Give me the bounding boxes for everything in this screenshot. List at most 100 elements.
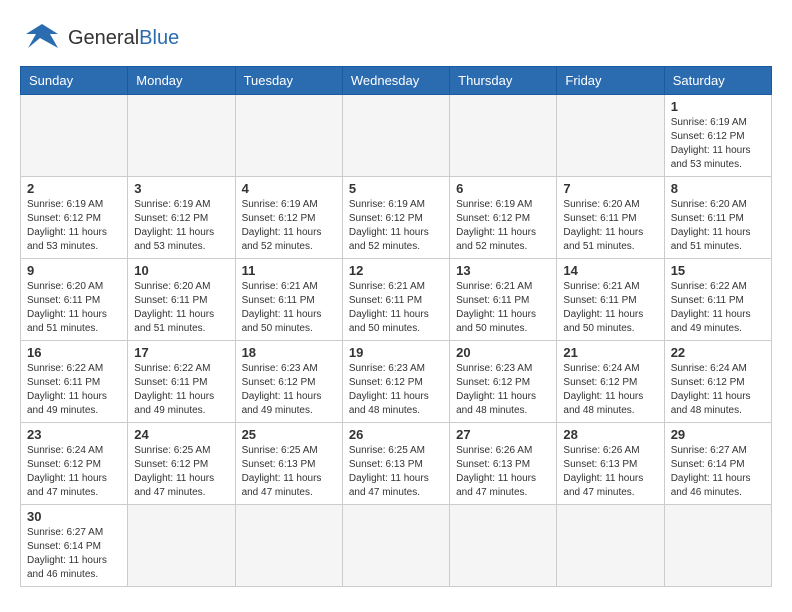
logo-icon <box>20 20 64 56</box>
day-info: Sunrise: 6:19 AMSunset: 6:12 PMDaylight:… <box>671 116 765 172</box>
day-number: 26 <box>349 427 443 442</box>
day-info: Sunrise: 6:23 AMSunset: 6:12 PMDaylight:… <box>242 362 336 418</box>
calendar-cell-19: 14 Sunrise: 6:21 AMSunset: 6:11 PMDayligh… <box>557 259 664 341</box>
weekday-header-friday: Friday <box>557 67 664 95</box>
calendar-row-0: 1 Sunrise: 6:19 AMSunset: 6:12 PMDaylight… <box>21 95 772 177</box>
calendar-cell-12: 7Sunrise: 6:20 AMSunset: 6:11 PMDaylight… <box>557 177 664 259</box>
calendar-cell-36 <box>128 505 235 587</box>
day-info: Sunrise: 6:27 AMSunset: 6:14 PMDaylight:… <box>671 444 765 500</box>
weekday-header-wednesday: Wednesday <box>342 67 449 95</box>
calendar-cell-5 <box>557 95 664 177</box>
day-number: 10 <box>134 263 228 278</box>
calendar-cell-31: 26 Sunrise: 6:25 AMSunset: 6:13 PMDayligh… <box>342 423 449 505</box>
day-info: Sunrise: 6:27 AMSunset: 6:14 PMDaylight:… <box>27 526 121 582</box>
calendar-cell-34: 29 Sunrise: 6:27 AMSunset: 6:14 PMDayligh… <box>664 423 771 505</box>
day-number: 30 <box>27 509 121 524</box>
calendar-row-4: 23Sunrise: 6:24 AMSunset: 6:12 PMDayligh… <box>21 423 772 505</box>
calendar-row-3: 16 Sunrise: 6:22 AMSunset: 6:11 PMDayligh… <box>21 341 772 423</box>
day-number: 28 <box>563 427 657 442</box>
day-info: Sunrise: 6:26 AMSunset: 6:13 PMDaylight:… <box>563 444 657 500</box>
day-number: 25 <box>242 427 336 442</box>
day-info: Sunrise: 6:24 AMSunset: 6:12 PMDaylight:… <box>27 444 121 500</box>
day-number: 17 <box>134 345 228 360</box>
calendar-cell-4 <box>450 95 557 177</box>
calendar-cell-9: 4 Sunrise: 6:19 AMSunset: 6:12 PMDaylight… <box>235 177 342 259</box>
calendar-row-5: 30 Sunrise: 6:27 AMSunset: 6:14 PMDayligh… <box>21 505 772 587</box>
weekday-header-tuesday: Tuesday <box>235 67 342 95</box>
day-info: Sunrise: 6:26 AMSunset: 6:13 PMDaylight:… <box>456 444 550 500</box>
calendar-cell-37 <box>235 505 342 587</box>
page-header: GeneralBlue <box>20 20 772 56</box>
weekday-header-sunday: Sunday <box>21 67 128 95</box>
day-number: 8 <box>671 181 765 196</box>
calendar-cell-18: 13Sunrise: 6:21 AMSunset: 6:11 PMDayligh… <box>450 259 557 341</box>
calendar-cell-16: 11 Sunrise: 6:21 AMSunset: 6:11 PMDayligh… <box>235 259 342 341</box>
day-number: 18 <box>242 345 336 360</box>
calendar-cell-39 <box>450 505 557 587</box>
calendar-row-1: 2 Sunrise: 6:19 AMSunset: 6:12 PMDaylight… <box>21 177 772 259</box>
day-number: 4 <box>242 181 336 196</box>
day-info: Sunrise: 6:19 AMSunset: 6:12 PMDaylight:… <box>349 198 443 254</box>
calendar-cell-30: 25 Sunrise: 6:25 AMSunset: 6:13 PMDayligh… <box>235 423 342 505</box>
calendar-cell-2 <box>235 95 342 177</box>
day-number: 15 <box>671 263 765 278</box>
day-number: 22 <box>671 345 765 360</box>
calendar-cell-13: 8 Sunrise: 6:20 AMSunset: 6:11 PMDaylight… <box>664 177 771 259</box>
day-info: Sunrise: 6:23 AMSunset: 6:12 PMDaylight:… <box>349 362 443 418</box>
calendar: SundayMondayTuesdayWednesdayThursdayFrid… <box>20 66 772 587</box>
calendar-cell-8: 3 Sunrise: 6:19 AMSunset: 6:12 PMDaylight… <box>128 177 235 259</box>
calendar-cell-41 <box>664 505 771 587</box>
day-info: Sunrise: 6:24 AMSunset: 6:12 PMDaylight:… <box>563 362 657 418</box>
day-number: 29 <box>671 427 765 442</box>
weekday-header-saturday: Saturday <box>664 67 771 95</box>
calendar-cell-10: 5 Sunrise: 6:19 AMSunset: 6:12 PMDaylight… <box>342 177 449 259</box>
day-info: Sunrise: 6:21 AMSunset: 6:11 PMDaylight:… <box>349 280 443 336</box>
calendar-cell-27: 22 Sunrise: 6:24 AMSunset: 6:12 PMDayligh… <box>664 341 771 423</box>
day-number: 5 <box>349 181 443 196</box>
day-number: 6 <box>456 181 550 196</box>
calendar-cell-15: 10Sunrise: 6:20 AMSunset: 6:11 PMDayligh… <box>128 259 235 341</box>
calendar-cell-20: 15Sunrise: 6:22 AMSunset: 6:11 PMDayligh… <box>664 259 771 341</box>
day-number: 1 <box>671 99 765 114</box>
day-number: 24 <box>134 427 228 442</box>
day-info: Sunrise: 6:22 AMSunset: 6:11 PMDaylight:… <box>27 362 121 418</box>
day-number: 11 <box>242 263 336 278</box>
day-info: Sunrise: 6:24 AMSunset: 6:12 PMDaylight:… <box>671 362 765 418</box>
calendar-cell-29: 24Sunrise: 6:25 AMSunset: 6:12 PMDayligh… <box>128 423 235 505</box>
calendar-cell-17: 12 Sunrise: 6:21 AMSunset: 6:11 PMDayligh… <box>342 259 449 341</box>
calendar-cell-7: 2 Sunrise: 6:19 AMSunset: 6:12 PMDaylight… <box>21 177 128 259</box>
day-number: 12 <box>349 263 443 278</box>
day-info: Sunrise: 6:19 AMSunset: 6:12 PMDaylight:… <box>27 198 121 254</box>
day-number: 2 <box>27 181 121 196</box>
calendar-cell-33: 28 Sunrise: 6:26 AMSunset: 6:13 PMDayligh… <box>557 423 664 505</box>
day-number: 19 <box>349 345 443 360</box>
calendar-cell-23: 18 Sunrise: 6:23 AMSunset: 6:12 PMDayligh… <box>235 341 342 423</box>
day-info: Sunrise: 6:20 AMSunset: 6:11 PMDaylight:… <box>563 198 657 254</box>
calendar-cell-22: 17 Sunrise: 6:22 AMSunset: 6:11 PMDayligh… <box>128 341 235 423</box>
logo: GeneralBlue <box>20 20 179 56</box>
logo-text: GeneralBlue <box>68 27 179 50</box>
day-info: Sunrise: 6:25 AMSunset: 6:13 PMDaylight:… <box>242 444 336 500</box>
day-info: Sunrise: 6:19 AMSunset: 6:12 PMDaylight:… <box>134 198 228 254</box>
day-info: Sunrise: 6:21 AMSunset: 6:11 PMDaylight:… <box>563 280 657 336</box>
weekday-header-monday: Monday <box>128 67 235 95</box>
calendar-cell-3 <box>342 95 449 177</box>
day-info: Sunrise: 6:25 AMSunset: 6:13 PMDaylight:… <box>349 444 443 500</box>
day-info: Sunrise: 6:19 AMSunset: 6:12 PMDaylight:… <box>456 198 550 254</box>
day-number: 20 <box>456 345 550 360</box>
day-number: 16 <box>27 345 121 360</box>
day-info: Sunrise: 6:22 AMSunset: 6:11 PMDaylight:… <box>134 362 228 418</box>
calendar-cell-26: 21Sunrise: 6:24 AMSunset: 6:12 PMDayligh… <box>557 341 664 423</box>
calendar-row-2: 9Sunrise: 6:20 AMSunset: 6:11 PMDaylight… <box>21 259 772 341</box>
calendar-cell-21: 16 Sunrise: 6:22 AMSunset: 6:11 PMDayligh… <box>21 341 128 423</box>
day-number: 3 <box>134 181 228 196</box>
day-info: Sunrise: 6:20 AMSunset: 6:11 PMDaylight:… <box>671 198 765 254</box>
day-number: 9 <box>27 263 121 278</box>
day-number: 13 <box>456 263 550 278</box>
day-number: 14 <box>563 263 657 278</box>
calendar-cell-25: 20Sunrise: 6:23 AMSunset: 6:12 PMDayligh… <box>450 341 557 423</box>
calendar-cell-11: 6 Sunrise: 6:19 AMSunset: 6:12 PMDaylight… <box>450 177 557 259</box>
day-info: Sunrise: 6:21 AMSunset: 6:11 PMDaylight:… <box>242 280 336 336</box>
day-info: Sunrise: 6:19 AMSunset: 6:12 PMDaylight:… <box>242 198 336 254</box>
calendar-cell-38 <box>342 505 449 587</box>
